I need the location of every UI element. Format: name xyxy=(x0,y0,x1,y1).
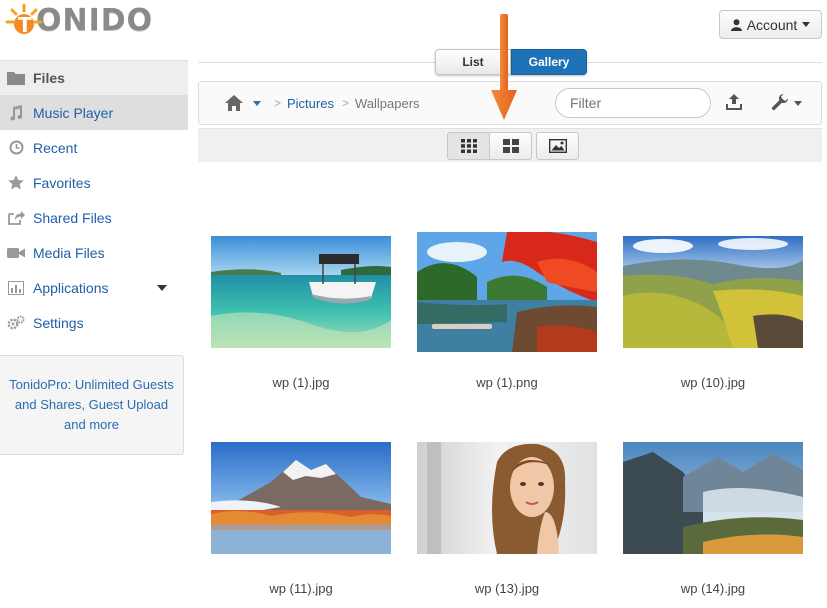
file-name[interactable]: wp (11).jpg xyxy=(211,581,391,596)
sidebar-item-settings[interactable]: Settings xyxy=(0,305,188,340)
thumbnail-size-toolbar xyxy=(198,128,822,162)
slideshow-button[interactable] xyxy=(536,132,579,160)
svg-text:T: T xyxy=(18,13,32,37)
sidebar-item-label: Applications xyxy=(33,279,109,296)
picture-icon xyxy=(548,139,567,153)
caret-down-icon xyxy=(802,22,811,27)
sidebar-item-label: Music Player xyxy=(33,104,114,121)
caret-down-icon[interactable] xyxy=(157,285,167,291)
annotation-arrow-icon xyxy=(491,14,517,120)
share-icon xyxy=(6,210,26,226)
gallery-thumbnail[interactable] xyxy=(623,442,803,554)
sidebar-item-favorites[interactable]: Favorites xyxy=(0,165,188,200)
home-icon[interactable] xyxy=(224,94,244,112)
gallery-view-button[interactable]: Gallery xyxy=(511,49,587,75)
sidebar-item-recent[interactable]: Recent xyxy=(0,130,188,165)
star-icon xyxy=(6,175,26,191)
sidebar-item-label: Media Files xyxy=(33,244,105,261)
caret-down-icon[interactable] xyxy=(794,101,802,106)
sidebar-item-label: Files xyxy=(33,70,65,86)
sidebar-item-label: Recent xyxy=(33,139,78,156)
logo-text: ONIDO xyxy=(36,2,154,38)
small-thumbnails-button[interactable] xyxy=(447,132,490,160)
sidebar-item-label: Shared Files xyxy=(33,209,112,226)
large-thumbnails-button[interactable] xyxy=(489,132,532,160)
sidebar-item-media-files[interactable]: Media Files xyxy=(0,235,188,270)
sidebar: Files Music Player Recent Favorites Shar… xyxy=(0,60,188,340)
breadcrumb-pictures[interactable]: Pictures xyxy=(287,96,334,111)
sidebar-item-files[interactable]: Files xyxy=(0,60,188,95)
file-name[interactable]: wp (10).jpg xyxy=(623,375,803,390)
file-name[interactable]: wp (1).jpg xyxy=(211,375,391,390)
caret-down-icon[interactable] xyxy=(253,101,261,106)
clock-icon xyxy=(6,140,26,156)
grid-small-icon xyxy=(460,139,477,153)
sidebar-item-label: Settings xyxy=(33,314,84,331)
video-camera-icon xyxy=(6,245,26,261)
account-label: Account xyxy=(746,16,798,33)
gears-icon xyxy=(6,315,26,331)
wrench-icon[interactable] xyxy=(771,93,789,111)
tonido-logo[interactable]: T ONIDO xyxy=(4,0,153,40)
gallery-thumbnail[interactable] xyxy=(623,236,803,348)
sidebar-item-label: Favorites xyxy=(33,174,91,191)
file-name[interactable]: wp (14).jpg xyxy=(623,581,803,596)
breadcrumb-wallpapers: Wallpapers xyxy=(355,96,420,111)
sun-logo-icon: T xyxy=(4,2,43,38)
file-name[interactable]: wp (1).png xyxy=(417,375,597,390)
gallery-thumbnail[interactable] xyxy=(417,442,597,554)
gallery-thumbnail[interactable] xyxy=(211,442,391,554)
account-button[interactable]: Account xyxy=(719,10,822,39)
file-name[interactable]: wp (13).jpg xyxy=(417,581,597,596)
user-icon xyxy=(730,18,742,31)
gallery-thumbnail[interactable] xyxy=(417,232,597,352)
grid-large-icon xyxy=(502,139,519,153)
breadcrumb-separator: > xyxy=(274,96,282,110)
sidebar-item-shared-files[interactable]: Shared Files xyxy=(0,200,188,235)
filter-input[interactable] xyxy=(555,88,711,118)
folder-icon xyxy=(6,70,26,86)
gallery-thumbnail[interactable] xyxy=(211,236,391,348)
upload-icon[interactable] xyxy=(725,93,743,111)
tonidopro-promo-link[interactable]: TonidoPro: Unlimited Guests and Shares, … xyxy=(0,355,184,455)
music-icon xyxy=(6,104,26,121)
bar-chart-icon xyxy=(6,280,26,296)
breadcrumb-separator: > xyxy=(342,96,350,110)
sidebar-item-music-player[interactable]: Music Player xyxy=(0,95,188,130)
sidebar-item-applications[interactable]: Applications xyxy=(0,270,188,305)
